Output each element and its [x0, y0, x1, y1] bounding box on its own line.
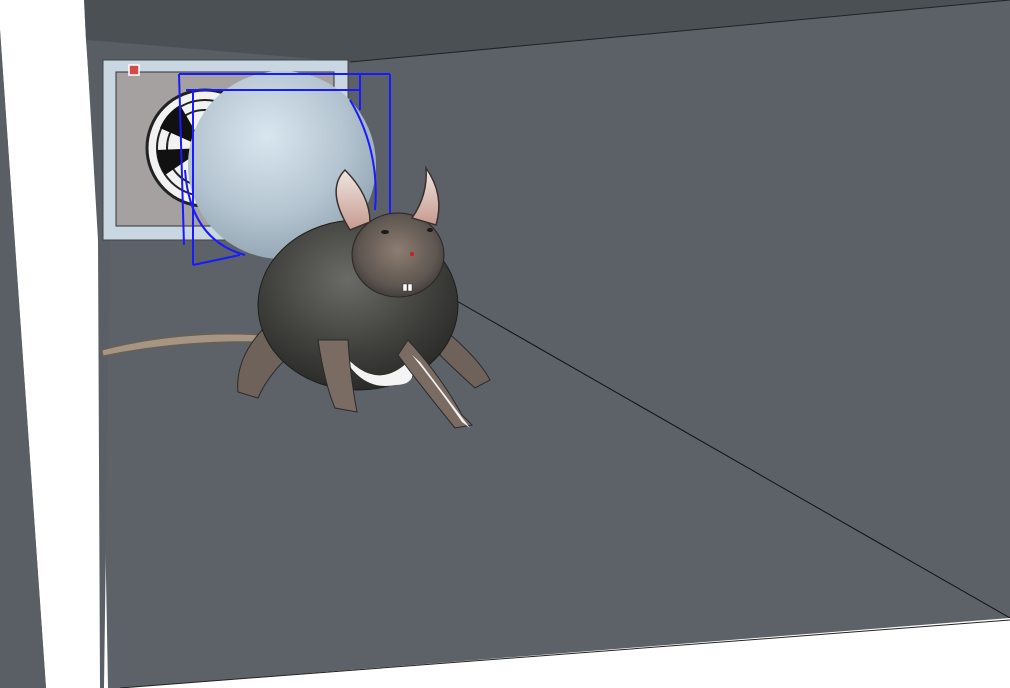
rat-eye-left [381, 230, 389, 234]
scene-canvas[interactable] [0, 0, 1010, 688]
rat-nose [410, 252, 414, 256]
rat-head [351, 212, 445, 298]
rat-tooth-left [402, 283, 408, 292]
corner-handle-icon[interactable] [128, 64, 140, 76]
3d-viewport[interactable] [0, 0, 1010, 688]
rat-tooth-right [407, 283, 413, 292]
rat-eye-right [427, 228, 433, 232]
